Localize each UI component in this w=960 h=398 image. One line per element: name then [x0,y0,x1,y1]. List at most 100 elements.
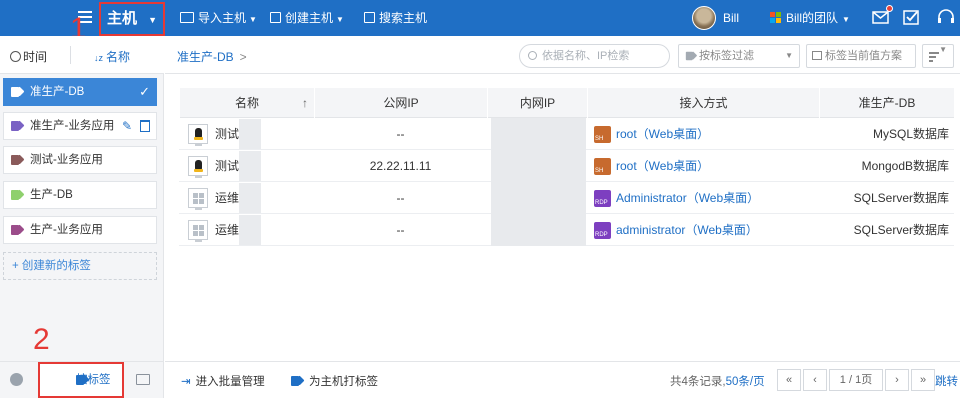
host-list-panel: 准生产-DB > 依据名称、IP检索 按标签过滤 ▼ 标签当前值方案 ▼ 名称 ↑ … [165,36,960,361]
public-ip: -- [396,191,405,205]
search-host-button[interactable]: 搜索主机 [364,0,427,36]
tag-host-button[interactable]: 为主机打标签 [291,373,378,389]
avatar[interactable] [692,6,716,30]
tag-filter-dropdown[interactable]: 按标签过滤 ▼ [678,44,800,68]
by-tag-tab[interactable]: 按标签 [38,362,124,398]
create-host-button[interactable]: 创建主机 ▼ [270,0,344,36]
import-host-label: 导入主机 [198,11,247,25]
breadcrumb[interactable]: 准生产-DB > [177,48,247,65]
page-indicator[interactable]: 1 / 1页 [829,369,883,391]
import-host-button[interactable]: 导入主机 ▼ [180,0,257,36]
edit-icon[interactable]: ✎ [122,113,132,139]
notification-dot [886,5,893,12]
tag-icon [291,376,303,386]
next-page-button[interactable]: › [885,369,909,391]
search-icon [364,12,375,24]
first-page-button[interactable]: « [777,369,801,391]
windows-icon [188,188,208,210]
view-scheme-dropdown[interactable]: 标签当前值方案 [806,44,916,68]
sort-name-label: 名称 [106,50,131,64]
column-header-access[interactable]: 接入方式 [587,88,819,118]
tag-value: SQLServer数据库 [853,191,949,205]
total-records: 共4条记录, [670,376,726,388]
tag-item-prod-app[interactable]: 生产-业务应用 [3,216,157,244]
create-tag-button[interactable]: + 创建新的标签 [3,252,157,280]
sidebar-mode-bar: 按标签 [0,361,164,398]
user-name[interactable]: Bill [723,0,739,36]
host-table: 名称↑ 公网IP 内网IP 接入方式 准生产-DB 测试-1 -- 1 SH r… [179,88,954,246]
sort-by-time[interactable]: 时间 [10,48,47,65]
column-header-public-ip[interactable]: 公网IP [314,88,487,118]
ssh-icon: SH [594,126,611,143]
sort-dropdown[interactable]: ▼ [922,44,954,68]
column-header-tag[interactable]: 准生产-DB [819,88,954,118]
tag-icon [76,375,87,385]
search-icon [528,51,537,60]
access-link[interactable]: administrator（Web桌面） [616,214,758,246]
create-host-label: 创建主机 [285,11,334,25]
access-link[interactable]: root（Web桌面） [616,150,709,182]
clock-icon [10,51,21,63]
breadcrumb-item[interactable]: 准生产-DB [177,50,234,64]
rdp-icon: RDP [594,222,611,239]
toolbar: 准生产-DB > 依据名称、IP检索 按标签过滤 ▼ 标签当前值方案 ▼ [165,36,960,74]
sort-arrow-icon: ↑ [302,96,308,110]
divider [70,46,71,64]
tag-item-prestaging-db[interactable]: 准生产-DB ✓ [3,78,157,106]
record-count: 共4条记录,50条/页 [670,373,765,389]
sort-time-label: 时间 [23,50,48,64]
last-page-button[interactable]: » [911,369,935,391]
redacted-area [239,119,261,149]
ssh-icon: SH [594,158,611,175]
chevron-down-icon: ▼ [336,15,344,24]
team-switcher[interactable]: Bill的团队 ▼ [770,0,850,38]
globe-icon[interactable] [10,373,23,386]
redacted-ip-area [491,118,586,246]
redacted-area [239,151,261,181]
footer-bar: ⇥ 进入批量管理 为主机打标签 共4条记录,50条/页 « ‹ 1 / 1页 › … [165,361,960,398]
tag-icon [11,225,22,235]
sort-az-icon: ↓z [94,53,103,63]
tag-icon [11,87,22,97]
column-header-name[interactable]: 名称 ↑ [179,88,314,118]
page-size-select[interactable]: 50条/页 [726,376,765,388]
check-icon: ✓ [139,84,150,99]
search-input[interactable]: 依据名称、IP检索 [519,44,670,68]
access-link[interactable]: Administrator（Web桌面） [616,182,759,214]
batch-manage-button[interactable]: ⇥ 进入批量管理 [181,373,265,389]
team-logo-icon [770,12,781,24]
chevron-down-icon: ▼ [249,15,257,24]
linux-icon [188,124,208,146]
tag-item-prod-db[interactable]: 生产-DB [3,181,157,209]
monitor-icon [180,12,194,24]
public-ip: -- [396,223,405,237]
jump-button[interactable]: 跳转 [935,373,958,389]
enter-icon: ⇥ [181,376,191,388]
access-link[interactable]: root（Web桌面） [616,118,709,150]
redacted-area [239,183,261,213]
tag-icon [685,51,695,61]
sort-by-name[interactable]: ↓z 名称 [94,48,130,65]
tag-label: 生产-DB [30,189,73,201]
tag-item-test-app[interactable]: 测试-业务应用 [3,146,157,174]
tag-value: SQLServer数据库 [853,223,949,237]
filter-label: 按标签过滤 [699,50,754,62]
task-icon[interactable] [903,9,921,25]
trash-icon[interactable] [140,120,150,132]
linux-icon [188,156,208,178]
tag-item-prestaging-app[interactable]: 准生产-业务应用 ✎ [3,112,157,140]
message-icon[interactable] [872,5,893,25]
rdp-icon: RDP [594,190,611,207]
redacted-area [239,215,261,245]
tag-host-label: 为主机打标签 [309,376,378,388]
windows-icon [188,220,208,242]
folder-icon[interactable] [136,374,150,385]
public-ip: -- [396,127,405,141]
search-host-label: 搜索主机 [379,11,428,25]
headset-icon[interactable] [937,9,955,25]
table-icon [812,51,822,60]
prev-page-button[interactable]: ‹ [803,369,827,391]
column-header-private-ip[interactable]: 内网IP [487,88,587,118]
tag-value: MongodB数据库 [861,159,949,173]
table-header: 名称 ↑ 公网IP 内网IP 接入方式 准生产-DB [179,88,954,118]
